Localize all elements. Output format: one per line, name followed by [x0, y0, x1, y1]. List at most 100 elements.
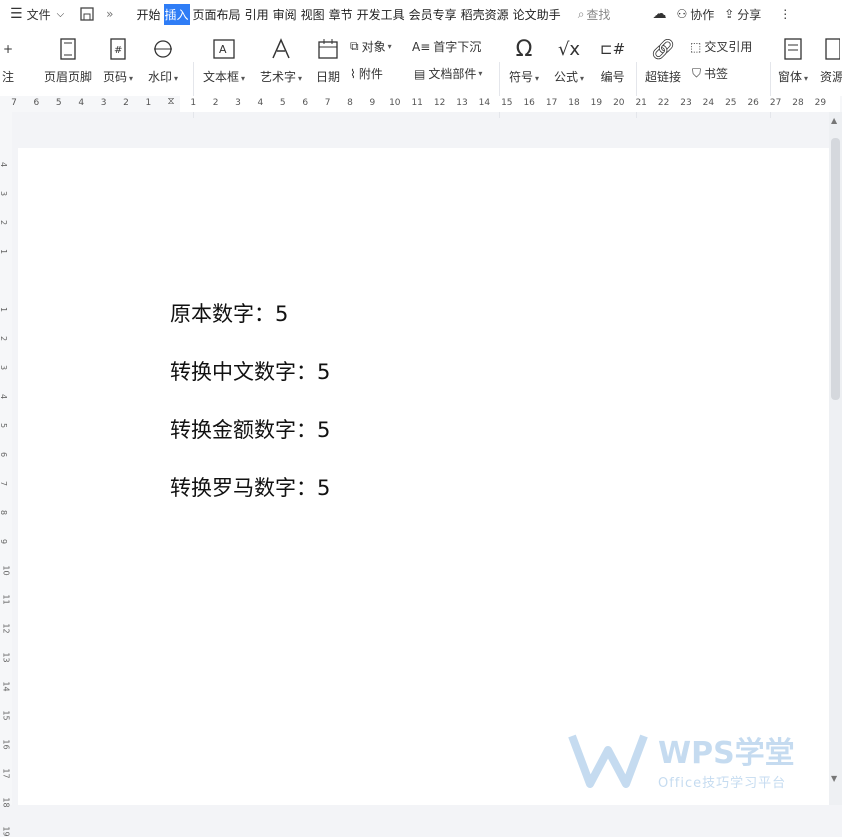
ruler-tick: 3 [235, 98, 241, 108]
formula-button[interactable]: √x 公式 ▾ [554, 36, 584, 85]
tab-4[interactable]: 审阅 [272, 4, 298, 25]
window-button[interactable]: 窗体 ▾ [778, 36, 808, 85]
vruler-tick: 1 [0, 249, 8, 254]
object-button[interactable]: ⧉ 对象 ▾ [350, 38, 392, 55]
dropcap-icon: A≡ [412, 39, 431, 54]
textbox-button[interactable]: A 文本框 ▾ [203, 36, 245, 85]
ruler-tick: 6 [302, 98, 309, 108]
attachment-button[interactable]: ⌇ 附件 [350, 65, 383, 82]
document-line[interactable]: 转换罗马数字：5 [170, 472, 330, 502]
document-line[interactable]: 转换中文数字：5 [170, 356, 330, 386]
header-footer-button[interactable]: 页眉页脚 [44, 36, 92, 85]
vruler-tick: 8 [0, 510, 8, 515]
vertical-scrollbar[interactable]: ▲ ▼ [829, 112, 842, 805]
chevron-down-icon: ▾ [298, 74, 303, 83]
crossref-button[interactable]: ⬚ 交叉引用 [690, 38, 752, 55]
vruler-tick: 2 [0, 336, 8, 341]
wordart-button[interactable]: 艺术字 ▾ [260, 36, 302, 85]
form-icon [783, 36, 803, 62]
calendar-icon [317, 36, 339, 62]
ruler-tick: 3 [100, 98, 107, 108]
date-button[interactable]: 日期 [316, 36, 340, 85]
chevron-down-icon: ▾ [580, 74, 585, 83]
doc-parts-label: 文档部件 [428, 67, 477, 81]
file-menu[interactable]: ☰ 文件 ⌵ [10, 6, 64, 23]
footnote-button[interactable]: + 注 [2, 36, 14, 85]
tab-9[interactable]: 稻壳资源 [460, 4, 510, 25]
cloud-sync-button[interactable]: ☁ [652, 6, 666, 22]
ruler-tick: 6 [33, 98, 40, 108]
dropcap-label: 首字下沉 [433, 40, 482, 54]
document-line[interactable]: 原本数字：5 [170, 298, 288, 328]
ruler-tick: 26 [747, 98, 759, 108]
watermark-icon [152, 36, 174, 62]
scroll-down-icon[interactable]: ▼ [831, 774, 837, 783]
tab-8[interactable]: 会员专享 [408, 4, 458, 25]
wordart-label: 艺术字 [260, 70, 297, 84]
ruler-tick: 7 [324, 98, 331, 108]
chevron-down-icon: ▾ [478, 69, 483, 78]
ruler-tick: 18 [568, 98, 580, 108]
indent-marker-icon[interactable]: ⧖ [167, 96, 174, 107]
document-line[interactable]: 转换金额数字：5 [170, 414, 330, 444]
save-icon [80, 7, 94, 21]
vruler-tick: 7 [0, 481, 8, 486]
chevron-down-icon: ▾ [174, 74, 179, 83]
bookmark-label: 书签 [704, 67, 729, 81]
numbering-button[interactable]: ⊏# 编号 [600, 36, 625, 85]
tab-0[interactable]: 开始 [136, 4, 162, 25]
doc-parts-button[interactable]: ▤ 文档部件 ▾ [414, 65, 482, 82]
tab-7[interactable]: 开发工具 [356, 4, 406, 25]
tab-3[interactable]: 引用 [244, 4, 270, 25]
more-options-icon[interactable]: ⋮ [779, 7, 791, 21]
link-icon: 🔗︎ [650, 37, 676, 61]
tab-6[interactable]: 章节 [328, 4, 354, 25]
ruler-tick: 27 [769, 98, 782, 108]
header-footer-label: 页眉页脚 [44, 70, 93, 84]
tab-10[interactable]: 论文助手 [512, 4, 562, 25]
scrollbar-thumb[interactable] [831, 138, 840, 400]
share-label: 分享 [737, 7, 762, 22]
date-label: 日期 [316, 70, 341, 84]
tab-5[interactable]: 视图 [300, 4, 326, 25]
more-icon[interactable]: » [106, 7, 113, 21]
crossref-label: 交叉引用 [704, 40, 753, 54]
ruler-tick: 28 [792, 98, 804, 108]
document-page[interactable]: 原本数字：5 转换中文数字：5 转换金额数字：5 转换罗马数字：5 [18, 148, 829, 805]
ruler-tick: 15 [501, 98, 513, 108]
ruler-tick: 2 [123, 98, 129, 108]
search-button[interactable]: ⌕ 查找 [578, 6, 611, 23]
ruler-tick: 1 [190, 98, 197, 108]
save-button[interactable] [80, 7, 94, 21]
share-button[interactable]: ⇪ 分享 [724, 6, 761, 23]
footnote-icon: + [2, 42, 14, 56]
watermark-tagline: Office技巧学习平台 [658, 776, 787, 791]
resources-button[interactable]: 资源 [820, 36, 842, 85]
chevron-down-icon: ▾ [129, 74, 134, 83]
formula-label: 公式 [554, 70, 579, 84]
symbol-button[interactable]: Ω 符号 ▾ [509, 36, 539, 85]
page-number-button[interactable]: # 页码 ▾ [103, 36, 133, 85]
vertical-ruler[interactable]: 432112345678910111213141516171819 [0, 112, 12, 837]
tab-1[interactable]: 插入 [163, 3, 190, 25]
ruler-tick: 13 [456, 98, 468, 108]
ruler-tick: 2 [212, 98, 219, 108]
hyperlink-button[interactable]: 🔗︎ 超链接 [645, 36, 681, 85]
numbering-label: 编号 [600, 70, 625, 84]
dropcap-button[interactable]: A≡ 首字下沉 [412, 38, 481, 55]
vruler-tick: 6 [0, 452, 8, 457]
collab-button[interactable]: ⚇ 协作 [676, 6, 714, 23]
ruler-tick: 8 [347, 98, 353, 108]
horizontal-ruler[interactable]: 7 6 5 4 3 2 1 1 2 3 4 5 6 7 8 9 10 11 12 13 14 15 16 17 18 19 20 21… [0, 96, 842, 112]
scroll-up-icon[interactable]: ▲ [831, 116, 837, 125]
ruler-tick: 23 [680, 98, 692, 108]
vruler-tick: 1 [0, 307, 8, 312]
watermark-button[interactable]: 水印 ▾ [148, 36, 178, 85]
object-icon: ⧉ [350, 39, 359, 53]
tab-2[interactable]: 页面布局 [192, 4, 242, 25]
vruler-tick: 10 [1, 565, 11, 576]
share-icon: ⇪ [724, 7, 735, 21]
ruler-tick: 22 [657, 98, 670, 108]
collab-label: 协作 [690, 7, 715, 22]
bookmark-button[interactable]: ⛉ 书签 [692, 65, 728, 82]
